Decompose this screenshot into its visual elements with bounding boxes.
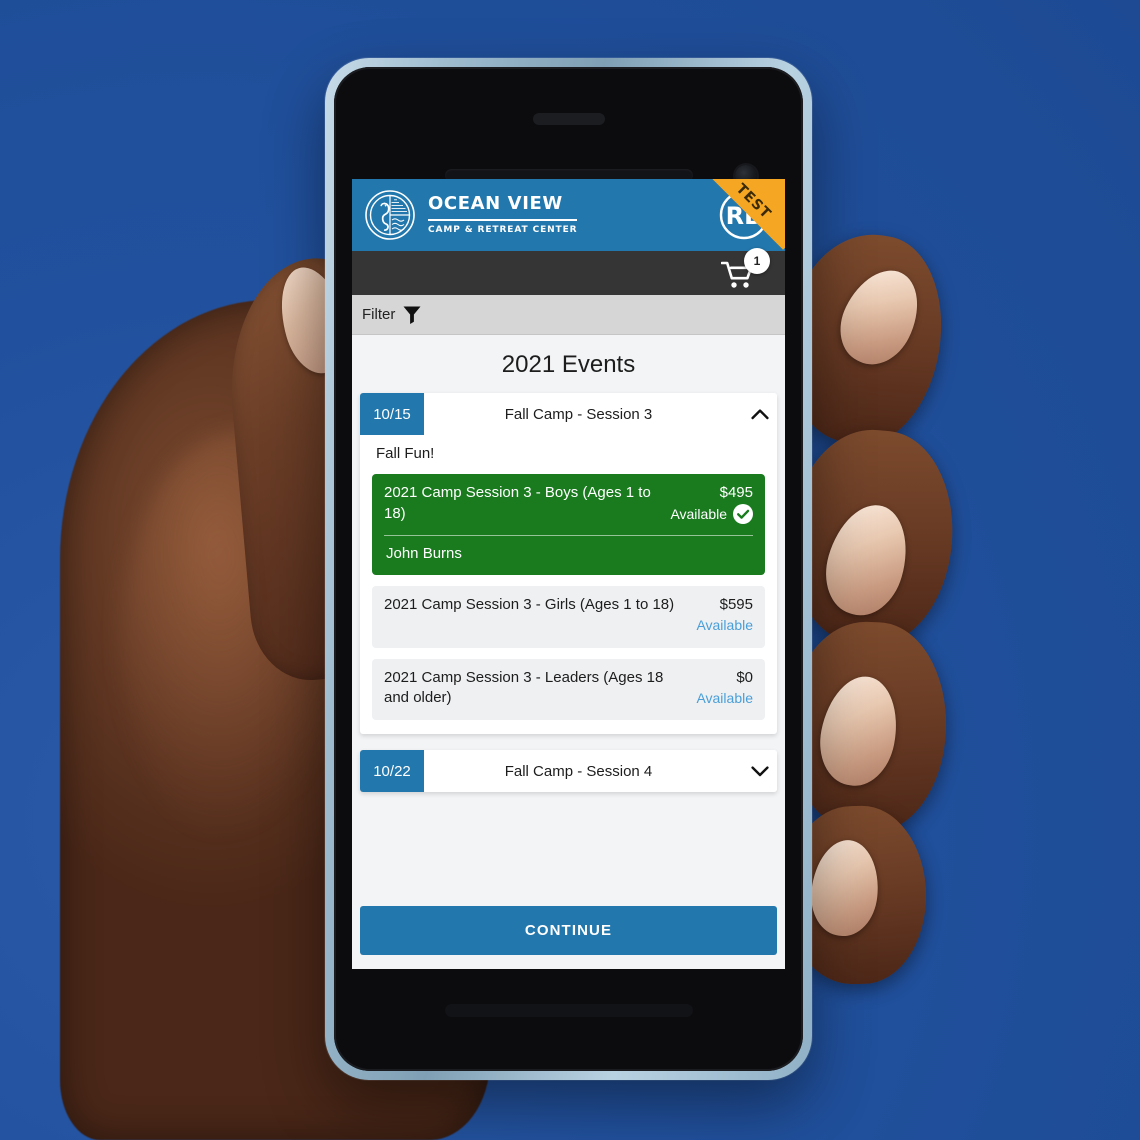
phone-bezel: OCEAN VIEW CAMP & RETREAT CENTER RB TEST (334, 67, 803, 1071)
event-date-badge: 10/15 (360, 393, 424, 435)
option-price: $495 (719, 484, 753, 501)
events-content: 2021 Events 10/15 Fall Camp - Session 3 … (352, 335, 785, 969)
brand-divider (428, 218, 578, 221)
event-date-badge: 10/22 (360, 750, 424, 793)
footer-actions: CONTINUE (352, 906, 785, 969)
cart-count-badge: 1 (744, 248, 770, 274)
check-circle-icon (733, 504, 753, 525)
option-top-row: 2021 Camp Session 3 - Girls (Ages 1 to 1… (384, 595, 753, 638)
earpiece-icon (532, 113, 605, 125)
event-option[interactable]: 2021 Camp Session 3 - Girls (Ages 1 to 1… (372, 585, 765, 648)
option-availability: Available (670, 504, 753, 525)
option-meta: $495 Available (670, 483, 753, 526)
phone-screen: OCEAN VIEW CAMP & RETREAT CENTER RB TEST (352, 179, 785, 969)
option-price: $0 (736, 668, 753, 686)
filter-bar[interactable]: Filter (352, 295, 785, 335)
option-price: $595 (719, 595, 753, 613)
event-note: Fall Fun! (376, 445, 435, 462)
event-body: Fall Fun! 2021 Camp Session 3 - Boys (Ag… (360, 435, 777, 734)
brand-tagline: CAMP & RETREAT CENTER (428, 224, 578, 235)
brand-title: OCEAN VIEW (428, 193, 563, 215)
cart-bar: 1 (352, 248, 785, 295)
continue-button[interactable]: CONTINUE (360, 906, 777, 955)
event-option[interactable]: 2021 Camp Session 3 - Leaders (Ages 18 a… (372, 658, 765, 721)
option-name: 2021 Camp Session 3 - Girls (Ages 1 to 1… (384, 595, 675, 613)
bottom-speaker-grille-icon (444, 1004, 693, 1017)
app-header: OCEAN VIEW CAMP & RETREAT CENTER RB TEST (352, 179, 785, 251)
phone-device: OCEAN VIEW CAMP & RETREAT CENTER RB TEST (325, 58, 812, 1080)
option-name: 2021 Camp Session 3 - Leaders (Ages 18 a… (384, 668, 664, 707)
option-name: 2021 Camp Session 3 - Boys (Ages 1 to 18… (384, 484, 651, 522)
option-availability: Available (696, 690, 753, 707)
chevron-down-icon[interactable] (743, 750, 777, 792)
chevron-up-icon[interactable] (743, 393, 777, 435)
option-availability-label: Available (670, 505, 727, 522)
event-header[interactable]: 10/22 Fall Camp - Session 4 (360, 750, 777, 793)
event-header[interactable]: 10/15 Fall Camp - Session 3 (360, 393, 777, 435)
option-meta: $595 Available (696, 595, 753, 638)
option-top-row: 2021 Camp Session 3 - Leaders (Ages 18 a… (384, 668, 753, 711)
event-panel: 10/15 Fall Camp - Session 3 Fall Fun! 20… (360, 393, 777, 735)
event-title: Fall Camp - Session 4 (504, 762, 653, 780)
ocean-view-seahorse-emblem-icon (364, 189, 416, 241)
event-option-selected[interactable]: 2021 Camp Session 3 - Boys (Ages 1 to 18… (372, 474, 765, 575)
option-availability: Available (696, 617, 753, 634)
page-title: 2021 Events (352, 335, 785, 393)
event-panel: 10/22 Fall Camp - Session 4 (360, 750, 777, 793)
option-top-row: 2021 Camp Session 3 - Boys (Ages 1 to 18… (384, 483, 753, 526)
option-meta: $0 Available (696, 668, 753, 711)
brand-text-block: OCEAN VIEW CAMP & RETREAT CENTER (428, 193, 578, 235)
funnel-filter-icon[interactable] (403, 305, 421, 325)
event-title: Fall Camp - Session 3 (504, 405, 653, 423)
filter-label: Filter (362, 306, 396, 323)
cart-button[interactable]: 1 (720, 248, 770, 290)
attendee-name[interactable]: John Burns (384, 536, 753, 571)
